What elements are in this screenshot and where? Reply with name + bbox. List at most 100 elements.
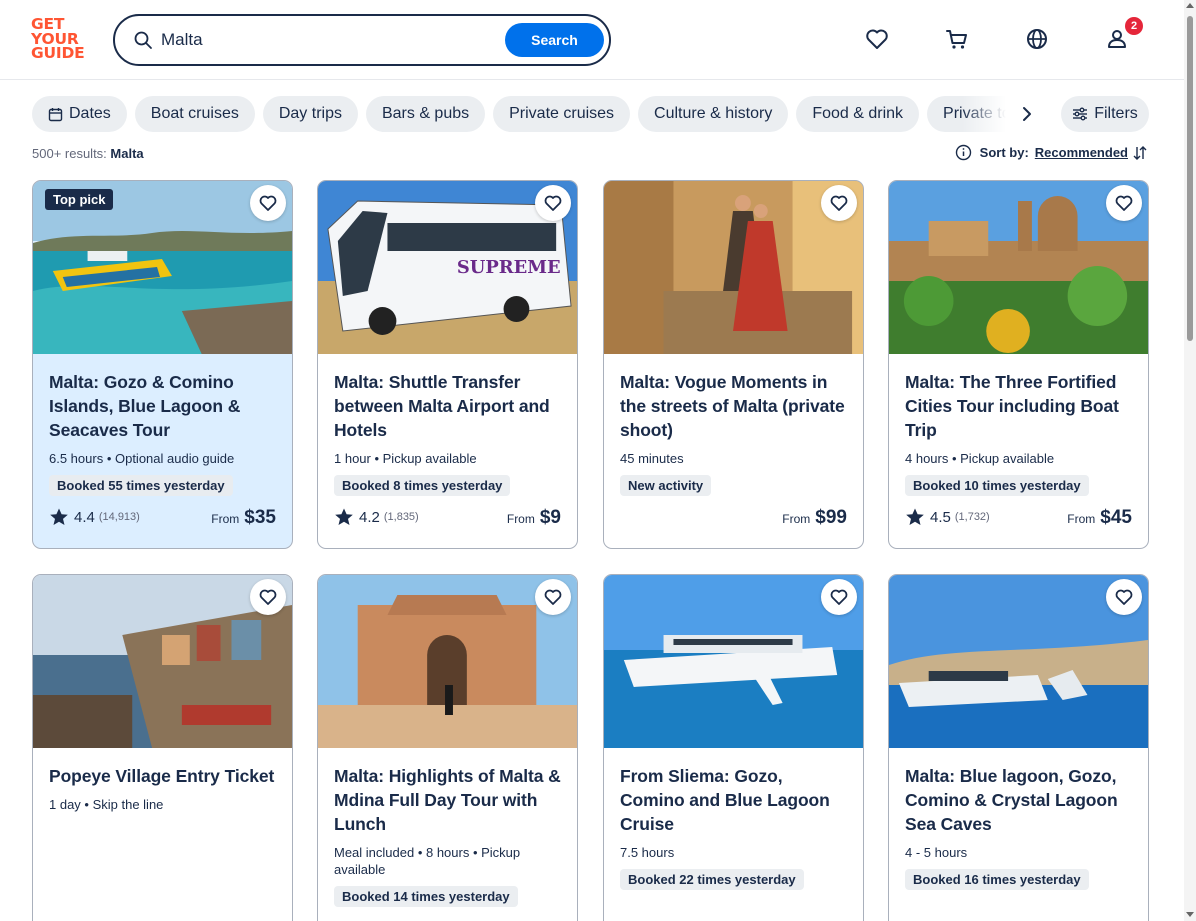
activity-title[interactable]: Malta: Blue lagoon, Gozo, Comino & Cryst… — [905, 764, 1132, 836]
star-icon — [335, 508, 353, 525]
activity-meta: 4 hours • Pickup available — [905, 451, 1055, 466]
search-bar: Search — [113, 14, 611, 66]
activity-title[interactable]: Malta: The Three Fortified Cities Tour i… — [905, 370, 1132, 442]
chip-boat-cruises[interactable]: Boat cruises — [134, 96, 255, 132]
activity-meta: 45 minutes — [620, 451, 684, 466]
filters-label: Filters — [1094, 105, 1138, 122]
chip-bars-pubs[interactable]: Bars & pubs — [365, 96, 486, 132]
chip-label: Dates — [69, 105, 111, 122]
booked-badge: Booked 8 times yesterday — [334, 475, 511, 496]
chip-private-cruises[interactable]: Private cruises — [493, 96, 631, 132]
card-footer: From $99 — [620, 507, 847, 531]
category-chips: Dates Boat cruises Day trips Bars & pubs Pr… — [32, 96, 1042, 132]
logo-line: GUIDE — [31, 44, 85, 62]
activity-title[interactable]: Popeye Village Entry Ticket — [49, 764, 276, 788]
price: From $45 — [1067, 507, 1132, 529]
chip-dates[interactable]: Dates — [32, 96, 127, 132]
price-from-label: From — [1067, 512, 1096, 526]
booked-badge: Booked 14 times yesterday — [334, 886, 518, 907]
wishlist-button[interactable] — [1106, 579, 1142, 615]
activity-image: SUPREME — [318, 181, 577, 354]
activity-card[interactable]: Malta: Blue lagoon, Gozo, Comino & Cryst… — [888, 574, 1149, 921]
chip-culture-history[interactable]: Culture & history — [638, 96, 789, 132]
heart-icon — [830, 195, 848, 211]
top-pick-badge: Top pick — [45, 189, 114, 210]
filters-button[interactable]: Filters — [1061, 96, 1149, 132]
rating-value: 4.5 — [930, 508, 951, 526]
wishlist-button[interactable] — [535, 579, 571, 615]
activity-image — [889, 181, 1148, 354]
card-footer: 4.5 (1,732) From $45 — [905, 507, 1132, 531]
activity-title[interactable]: Malta: Vogue Moments in the streets of M… — [620, 370, 847, 442]
chip-food-drink[interactable]: Food & drink — [796, 96, 920, 132]
site-header: GET YOUR GUIDE Search 2 — [0, 0, 1184, 80]
activity-card[interactable]: Malta: The Three Fortified Cities Tour i… — [888, 180, 1149, 549]
scroll-thumb[interactable] — [1187, 16, 1193, 341]
price-amount: $9 — [539, 507, 561, 528]
activity-image — [604, 575, 863, 748]
chip-label: Boat cruises — [150, 105, 239, 122]
heart-icon — [544, 589, 562, 605]
page-scrollbar[interactable] — [1184, 0, 1196, 921]
activity-card[interactable]: Top pick Malta: Gozo & Comino Islands, B… — [32, 180, 293, 549]
chevron-right-icon[interactable] — [1016, 103, 1038, 125]
getyourguide-logo[interactable]: GET YOUR GUIDE — [31, 17, 91, 63]
activity-title[interactable]: From Sliema: Gozo, Comino and Blue Lagoo… — [620, 764, 847, 836]
activity-meta: Meal included • 8 hours • Pickup availab… — [334, 845, 521, 877]
card-footer: 4.2 (1,835) From $9 — [334, 507, 561, 531]
wishlist-button[interactable] — [821, 579, 857, 615]
price-amount: $35 — [244, 507, 276, 528]
price-from-label: From — [782, 512, 811, 526]
scroll-up-arrow[interactable] — [1186, 3, 1194, 8]
heart-icon — [259, 195, 277, 211]
price-from-label: From — [211, 512, 240, 526]
activity-card[interactable]: Popeye Village Entry Ticket 1 day • Skip… — [32, 574, 293, 921]
activity-meta: 4 - 5 hours — [905, 845, 968, 860]
activity-meta: 1 day • Skip the line — [49, 797, 164, 812]
chip-label: Day trips — [278, 105, 342, 122]
chip-day-trips[interactable]: Day trips — [262, 96, 358, 132]
sliders-icon — [1073, 107, 1088, 121]
wishlist-button[interactable] — [250, 579, 286, 615]
sort-value[interactable]: Recommended — [1035, 145, 1128, 160]
results-count-text: 500+ results: — [32, 146, 107, 161]
rating: 4.5 (1,732) — [905, 507, 990, 527]
search-input[interactable] — [161, 24, 491, 56]
activity-title[interactable]: Malta: Highlights of Malta & Mdina Full … — [334, 764, 561, 836]
wishlist-button[interactable] — [250, 185, 286, 221]
info-icon[interactable] — [955, 144, 972, 161]
price-from-label: From — [506, 512, 535, 526]
activity-card[interactable]: SUPREME Malta: Shuttle Transfer between … — [317, 180, 578, 549]
scroll-down-arrow[interactable] — [1186, 912, 1194, 917]
activity-image — [604, 181, 863, 354]
search-button[interactable]: Search — [505, 23, 604, 57]
card-footer: 4.4 (14,913) From $35 — [49, 507, 276, 531]
activity-image — [318, 575, 577, 748]
activity-card[interactable]: From Sliema: Gozo, Comino and Blue Lagoo… — [603, 574, 864, 921]
booked-badge: Booked 22 times yesterday — [620, 869, 804, 890]
cart-icon[interactable] — [944, 26, 970, 52]
sort-label: Sort by: — [979, 145, 1029, 160]
activity-title[interactable]: Malta: Gozo & Comino Islands, Blue Lagoo… — [49, 370, 276, 442]
sort-arrows-icon[interactable] — [1132, 145, 1148, 161]
activity-meta: 1 hour • Pickup available — [334, 451, 477, 466]
activity-meta: 7.5 hours — [620, 845, 675, 860]
review-count: (1,732) — [954, 511, 990, 523]
price-amount: $99 — [815, 507, 847, 528]
activity-meta: 6.5 hours • Optional audio guide — [49, 451, 235, 466]
activity-card[interactable]: Malta: Highlights of Malta & Mdina Full … — [317, 574, 578, 921]
chip-label: Food & drink — [812, 105, 904, 122]
heart-icon — [1115, 195, 1133, 211]
wishlist-button[interactable] — [1106, 185, 1142, 221]
wishlist-button[interactable] — [535, 185, 571, 221]
heart-icon[interactable] — [864, 26, 890, 52]
activity-card[interactable]: Malta: Vogue Moments in the streets of M… — [603, 180, 864, 549]
price-amount: $45 — [1100, 507, 1132, 528]
rating-value: 4.2 — [359, 508, 380, 526]
calendar-icon — [48, 107, 63, 121]
activity-title[interactable]: Malta: Shuttle Transfer between Malta Ai… — [334, 370, 561, 442]
globe-icon[interactable] — [1024, 26, 1050, 52]
sort-control[interactable]: Sort by: Recommended — [955, 144, 1148, 161]
wishlist-button[interactable] — [821, 185, 857, 221]
rating: 4.2 (1,835) — [334, 507, 419, 527]
